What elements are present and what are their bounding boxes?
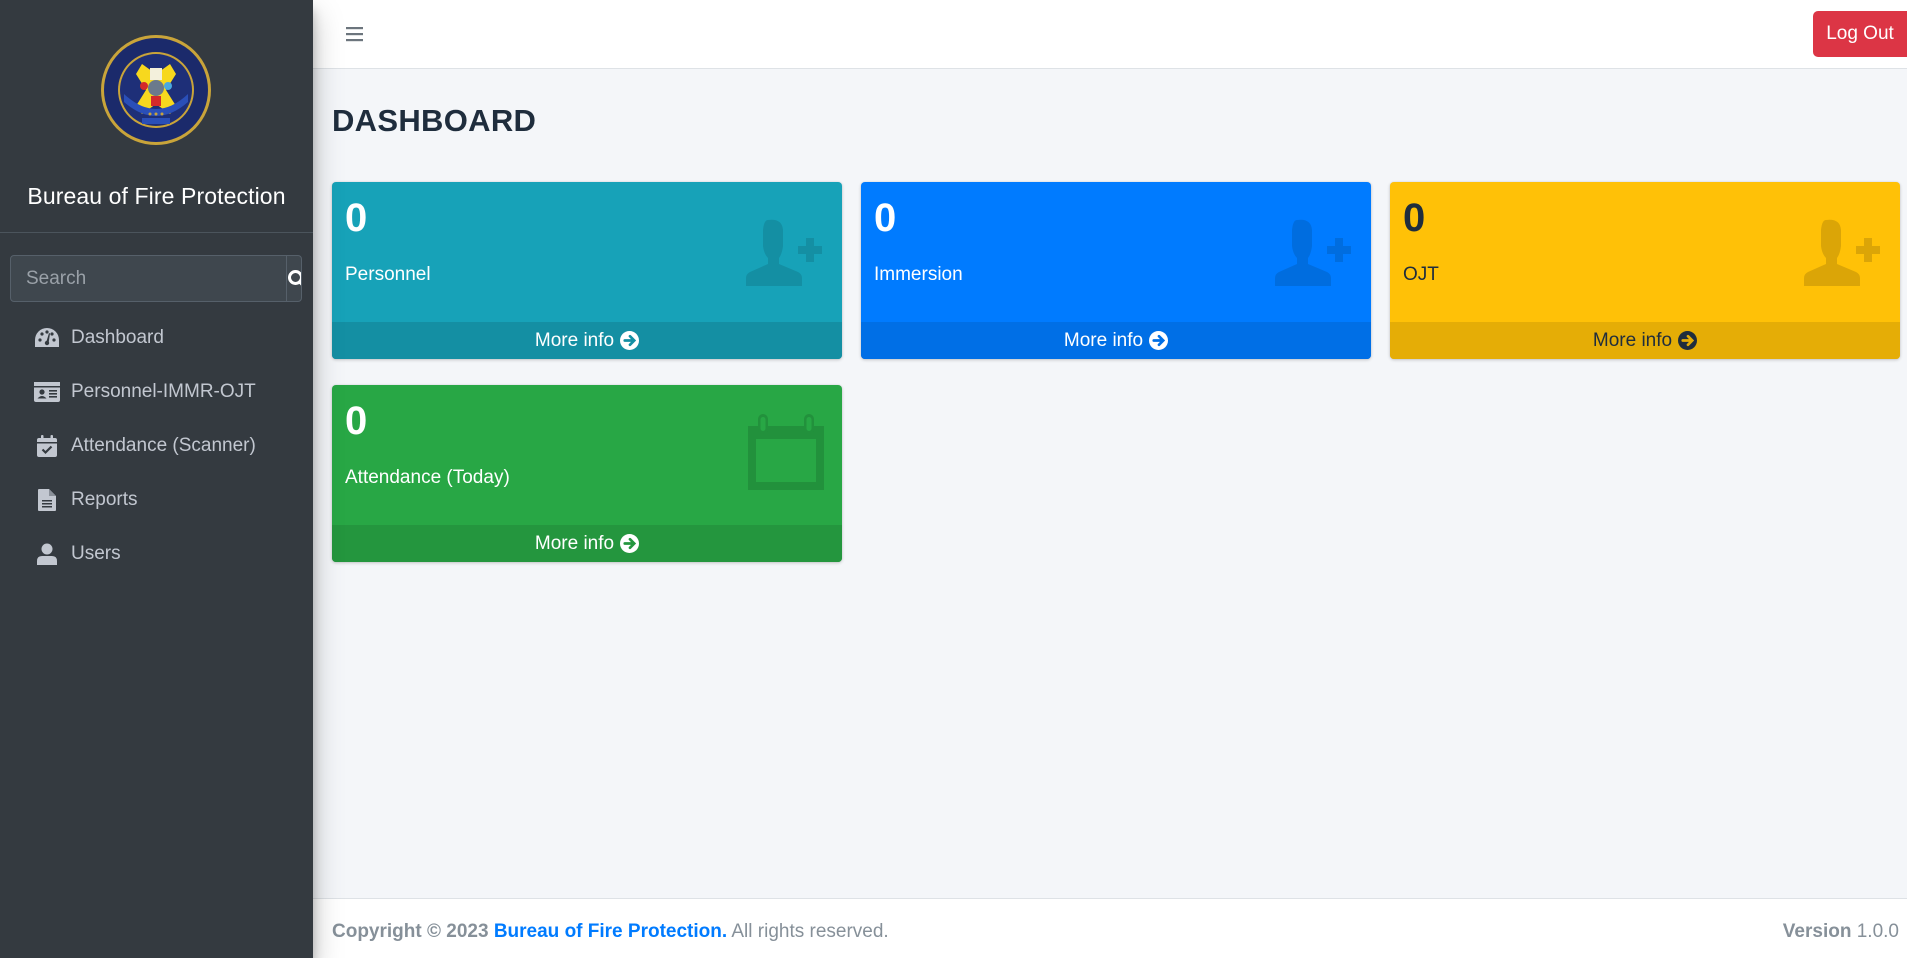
- stat-card-personnel: 0 Personnel More info: [332, 182, 842, 359]
- sidebar: Bureau of Fire Protection Dashboard Pers…: [0, 0, 313, 958]
- sidebar-item-users[interactable]: Users: [0, 527, 313, 581]
- menu-toggle-button[interactable]: [341, 22, 365, 46]
- user-plus-icon: [1275, 219, 1351, 286]
- arrow-circle-right-icon: [1678, 331, 1698, 350]
- stat-count: 0: [1403, 196, 1426, 240]
- org-link[interactable]: Bureau of Fire Protection.: [494, 921, 727, 942]
- user-icon: [34, 542, 60, 566]
- sidebar-item-personnel[interactable]: Personnel-IMMR-OJT: [0, 365, 313, 419]
- sidebar-brand[interactable]: Bureau of Fire Protection: [0, 0, 313, 233]
- copyright-prefix: Copyright © 2023: [332, 921, 489, 942]
- stat-count: 0: [874, 196, 897, 240]
- copyright: Copyright © 2023 Bureau of Fire Protecti…: [332, 921, 889, 943]
- arrow-circle-right-icon: [620, 331, 640, 350]
- stat-label: Personnel: [345, 264, 431, 285]
- more-info-link[interactable]: More info: [332, 322, 842, 359]
- arrow-circle-right-icon: [620, 534, 640, 553]
- stat-card-attendance-today: 0 Attendance (Today) More info: [332, 385, 842, 562]
- tachometer-icon: [34, 326, 60, 350]
- sidebar-item-label: Attendance (Scanner): [71, 435, 256, 456]
- sidebar-item-dashboard[interactable]: Dashboard: [0, 311, 313, 365]
- page-footer: Copyright © 2023 Bureau of Fire Protecti…: [313, 898, 1907, 958]
- sidebar-item-reports[interactable]: Reports: [0, 473, 313, 527]
- stat-label: Attendance (Today): [345, 467, 510, 488]
- stat-label: OJT: [1403, 264, 1439, 285]
- more-info-link[interactable]: More info: [332, 525, 842, 562]
- id-card-icon: [34, 380, 60, 404]
- page-title: DASHBOARD: [332, 103, 537, 138]
- logout-button[interactable]: Log Out: [1813, 11, 1907, 57]
- search-icon: [288, 269, 301, 285]
- file-text-icon: [34, 488, 60, 512]
- more-info-label: More info: [534, 532, 615, 554]
- sidebar-item-label: Personnel-IMMR-OJT: [71, 381, 256, 402]
- stat-count: 0: [345, 196, 368, 240]
- user-plus-icon: [746, 219, 822, 286]
- version-value: 1.0.0: [1856, 921, 1899, 942]
- stat-card-immersion: 0 Immersion More info: [861, 182, 1371, 359]
- bfp-seal-logo: [101, 35, 211, 145]
- sidebar-item-attendance[interactable]: Attendance (Scanner): [0, 419, 313, 473]
- more-info-label: More info: [1592, 329, 1673, 351]
- more-info-label: More info: [534, 329, 615, 351]
- stat-card-ojt: 0 OJT More info: [1390, 182, 1900, 359]
- sidebar-item-label: Dashboard: [71, 327, 164, 348]
- sidebar-item-label: Users: [71, 543, 121, 564]
- sidebar-nav: Dashboard Personnel-IMMR-OJT Attendance …: [0, 311, 313, 581]
- more-info-label: More info: [1063, 329, 1144, 351]
- arrow-circle-right-icon: [1149, 331, 1169, 350]
- rights-text: All rights reserved.: [731, 921, 889, 942]
- stat-count: 0: [345, 399, 368, 443]
- calendar-check-icon: [34, 434, 60, 458]
- brand-title: Bureau of Fire Protection: [27, 183, 286, 209]
- user-plus-icon: [1804, 219, 1880, 286]
- more-info-link[interactable]: More info: [1390, 322, 1900, 359]
- search-button[interactable]: [286, 256, 301, 301]
- top-navbar: Log Out: [313, 0, 1907, 69]
- stat-label: Immersion: [874, 264, 963, 285]
- sidebar-item-label: Reports: [71, 489, 138, 510]
- search-input[interactable]: [11, 256, 286, 301]
- sidebar-search: [10, 255, 302, 302]
- hamburger-icon: [346, 27, 363, 42]
- version-label: Version: [1782, 921, 1852, 942]
- version-info: Version 1.0.0: [1783, 921, 1899, 943]
- more-info-link[interactable]: More info: [861, 322, 1371, 359]
- calendar-icon: [748, 414, 824, 490]
